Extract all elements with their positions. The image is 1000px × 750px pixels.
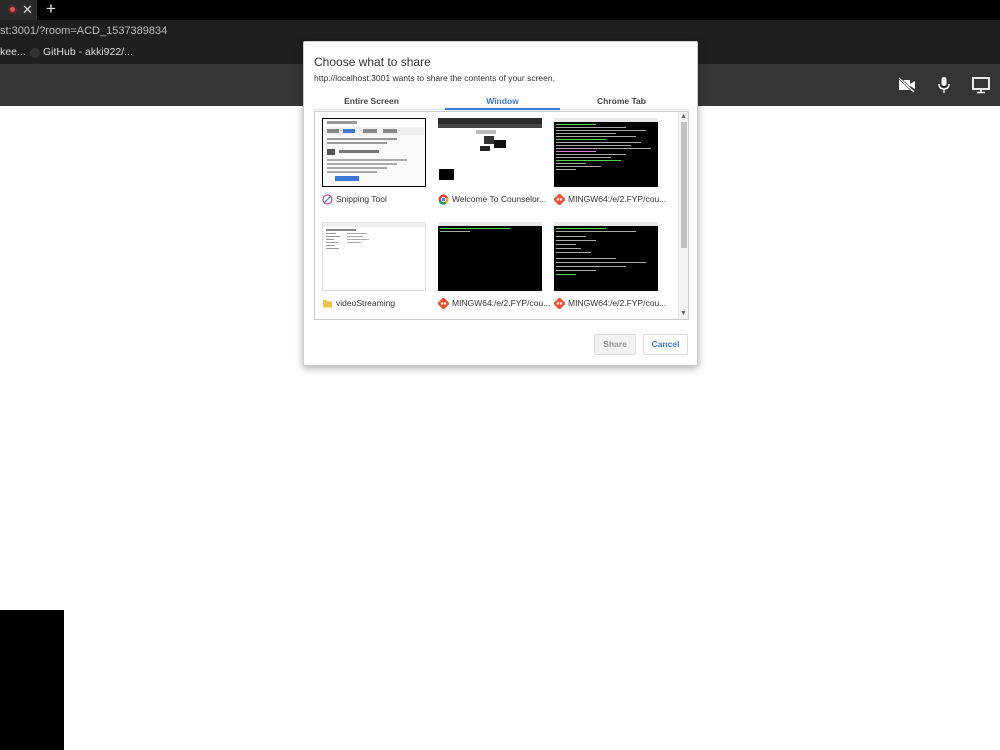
snipping-tool-icon (322, 193, 333, 205)
window-thumbnail (554, 222, 658, 291)
window-label: MINGW64:/e/2.FYP/cou... (568, 194, 667, 204)
recording-favicon-icon (8, 5, 17, 14)
local-video-preview (0, 610, 64, 750)
dialog-title: Choose what to share (314, 55, 431, 69)
share-button[interactable]: Share (594, 334, 636, 355)
share-screen-dialog: Choose what to share http://localhost:30… (303, 41, 698, 366)
tab-strip: ✕ + (0, 0, 1000, 20)
github-icon (30, 48, 40, 58)
address-bar[interactable]: st:3001/?room=ACD_1537389834 (0, 20, 1000, 42)
git-bash-icon (554, 297, 565, 309)
grid-scrollbar[interactable]: ▲ ▼ (678, 112, 688, 319)
browser-tab[interactable]: ✕ (0, 0, 37, 20)
window-option-videostreaming[interactable]: videoStreaming (322, 222, 430, 312)
window-thumbnail (438, 222, 542, 291)
new-tab-button[interactable]: + (46, 0, 56, 18)
bookmark-item-github[interactable]: GitHub - akki922/... (43, 46, 133, 59)
window-label: MINGW64:/e/2.FYP/cou... (568, 298, 667, 308)
close-tab-icon[interactable]: ✕ (22, 2, 33, 18)
window-option-mingw64-1[interactable]: MINGW64:/e/2.FYP/cou... (554, 118, 666, 208)
window-label: Snipping Tool (336, 194, 387, 204)
window-thumbnail (554, 118, 658, 187)
chrome-icon (438, 194, 449, 205)
tab-entire-screen[interactable]: Entire Screen (314, 95, 429, 110)
window-label: videoStreaming (336, 298, 396, 308)
window-label: MINGW64:/e/2.FYP/cou... (452, 298, 551, 308)
camera-off-icon[interactable] (897, 76, 917, 94)
window-thumbnail (322, 118, 426, 187)
window-thumbnail (438, 118, 542, 187)
scroll-up-icon[interactable]: ▲ (680, 113, 687, 121)
url-text: st:3001/?room=ACD_1537389834 (0, 25, 168, 37)
scrollbar-thumb[interactable] (681, 122, 687, 248)
window-grid: Snipping Tool Welcome To Counselor... MI… (314, 111, 689, 320)
window-option-mingw64-3[interactable]: MINGW64:/e/2.FYP/cou... (554, 222, 666, 312)
microphone-icon[interactable] (934, 76, 954, 94)
share-tabs: Entire Screen Window Chrome Tab (314, 94, 689, 110)
git-bash-icon (554, 193, 565, 205)
cancel-button[interactable]: Cancel (643, 334, 688, 355)
folder-icon (323, 299, 332, 307)
window-option-chrome[interactable]: Welcome To Counselor... (438, 118, 546, 208)
screen-share-icon[interactable] (971, 76, 991, 94)
bookmark-item[interactable]: kee... (0, 46, 26, 59)
scroll-down-icon[interactable]: ▼ (680, 310, 687, 318)
window-option-snipping-tool[interactable]: Snipping Tool (322, 118, 430, 208)
tab-window[interactable]: Window (445, 95, 560, 110)
window-thumbnail (322, 222, 426, 291)
window-label: Welcome To Counselor... (452, 194, 547, 204)
dialog-subtitle: http://localhost:3001 wants to share the… (314, 73, 555, 83)
git-bash-icon (438, 297, 449, 309)
window-option-mingw64-2[interactable]: MINGW64:/e/2.FYP/cou... (438, 222, 550, 312)
tab-chrome-tab[interactable]: Chrome Tab (564, 95, 679, 110)
